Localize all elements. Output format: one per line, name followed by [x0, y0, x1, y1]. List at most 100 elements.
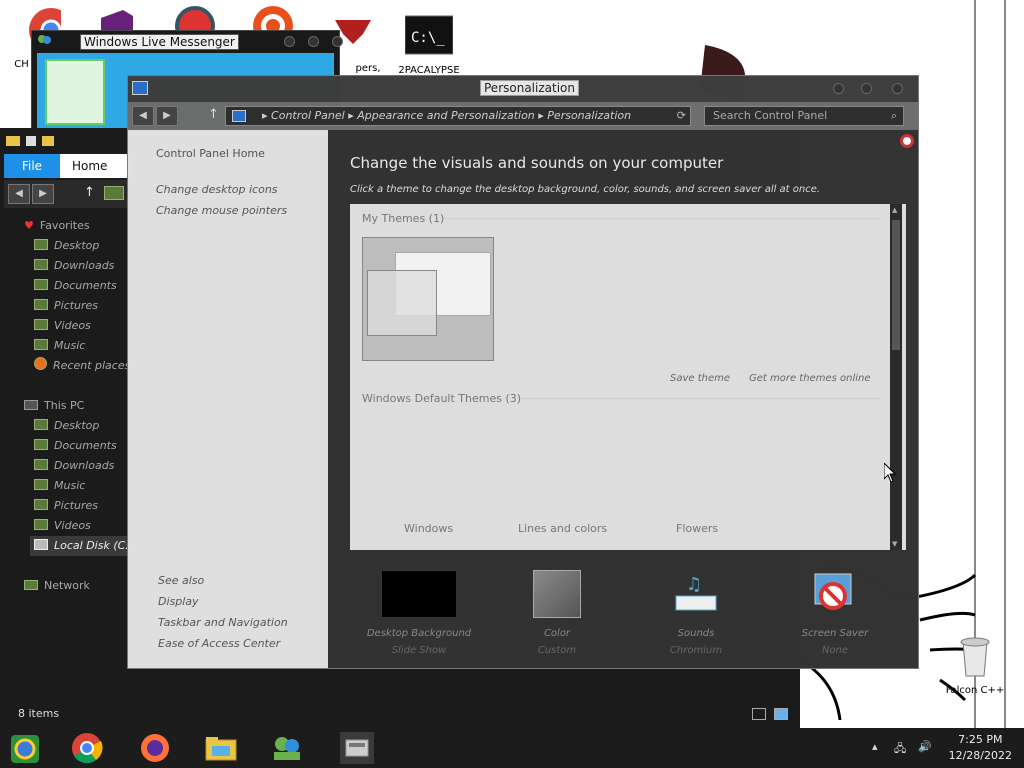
close-button[interactable]	[332, 36, 343, 47]
tree-item[interactable]: Documents	[34, 436, 117, 456]
downloads-folder-icon	[34, 459, 48, 470]
tree-item[interactable]: Desktop	[34, 416, 99, 436]
theme-lines-and-colors[interactable]: Lines and colors	[518, 522, 607, 535]
tree-item-selected[interactable]: Local Disk (C:)	[30, 536, 133, 556]
themes-list: My Themes (1) Save theme Get more themes…	[350, 204, 906, 550]
heart-icon: ♥	[24, 219, 34, 232]
recent-places-icon	[34, 357, 47, 370]
page-title: Change the visuals and sounds on your co…	[350, 154, 724, 172]
avatar[interactable]	[45, 59, 105, 125]
minimize-button[interactable]	[833, 83, 844, 94]
screen-saver-option[interactable]: Screen Saver None	[775, 570, 895, 656]
minimize-button[interactable]	[284, 36, 295, 47]
breadcrumb-separator: ▸	[538, 109, 548, 122]
messenger-icon[interactable]	[270, 732, 304, 764]
color-option[interactable]: Color Custom	[497, 570, 617, 656]
pictures-folder-icon	[34, 299, 48, 310]
address-bar[interactable]: ▸ Control Panel ▸ Appearance and Persona…	[225, 106, 691, 126]
theme-preview-window	[367, 270, 437, 336]
desktop-icon-2pacalypse[interactable]: C:\_ 2PACALYPSE	[392, 12, 466, 76]
maximize-button[interactable]	[861, 83, 872, 94]
tree-item[interactable]: Downloads	[34, 256, 114, 276]
tree-item[interactable]: Music	[34, 476, 85, 496]
clock-date: 12/28/2022	[948, 749, 1012, 762]
control-panel-icon	[232, 110, 246, 122]
help-icon[interactable]	[900, 134, 914, 148]
back-button[interactable]: ◀	[132, 106, 154, 126]
tree-item[interactable]: Music	[34, 336, 85, 356]
refresh-icon[interactable]: ⟳	[677, 107, 686, 125]
breadcrumb-separator: ▸	[262, 109, 272, 122]
close-button[interactable]	[892, 83, 903, 94]
local-disk-icon	[34, 539, 48, 550]
change-desktop-icons-link[interactable]: Change desktop icons	[156, 183, 278, 196]
tab-home[interactable]: Home	[60, 154, 130, 178]
title-bar[interactable]: Personalization	[128, 76, 918, 102]
tree-item[interactable]: Videos	[34, 316, 91, 336]
personalization-window[interactable]: Personalization ◀ ▶ ↑ ▸ Control Panel ▸ …	[127, 75, 919, 669]
up-arrow-icon[interactable]: ↑	[84, 185, 95, 200]
messenger-icon	[38, 35, 51, 44]
tab-file[interactable]: File	[4, 154, 60, 178]
network-header[interactable]: Network	[24, 576, 90, 596]
get-more-themes-link[interactable]: Get more themes online	[749, 373, 871, 384]
divider	[446, 218, 880, 219]
tree-item[interactable]: Documents	[34, 276, 117, 296]
details-view-icon[interactable]	[752, 708, 766, 720]
ease-of-access-link[interactable]: Ease of Access Center	[158, 637, 280, 650]
breadcrumb-item[interactable]: Personalization	[547, 109, 631, 122]
file-explorer-icon[interactable]	[204, 732, 238, 764]
forward-button[interactable]: ▶	[156, 106, 178, 126]
tree-item[interactable]: Downloads	[34, 456, 114, 476]
back-button[interactable]: ◀	[8, 184, 30, 204]
status-item-count: 8 items	[18, 707, 60, 720]
control-panel-home-link[interactable]: Control Panel Home	[156, 147, 265, 160]
save-theme-link[interactable]: Save theme	[670, 373, 730, 384]
favorites-header[interactable]: ♥ Favorites	[24, 216, 90, 236]
network-icon	[24, 580, 38, 590]
start-button-icon[interactable]	[8, 732, 42, 764]
breadcrumb-item[interactable]: Appearance and Personalization	[357, 109, 535, 122]
theme-item-unsaved[interactable]	[362, 237, 494, 361]
display-link[interactable]: Display	[158, 595, 199, 608]
firefox-icon[interactable]	[138, 732, 172, 764]
this-pc-header[interactable]: This PC	[24, 396, 84, 416]
sounds-option[interactable]: ♫ Sounds Chromium	[636, 570, 756, 656]
themes-scrollbar[interactable]: ▲ ▼	[890, 204, 902, 550]
maximize-button[interactable]	[308, 36, 319, 47]
scroll-down-icon[interactable]: ▼	[892, 540, 897, 548]
taskbar-navigation-link[interactable]: Taskbar and Navigation	[158, 616, 288, 629]
clock[interactable]: 7:25 PM 12/28/2022	[949, 732, 1012, 764]
tree-item[interactable]: Desktop	[34, 236, 99, 256]
desktop-icon-label: Falcon C++	[945, 685, 1005, 696]
theme-flowers[interactable]: Flowers	[676, 522, 718, 535]
tree-item[interactable]: Pictures	[34, 296, 98, 316]
up-arrow-icon[interactable]: ↑	[208, 107, 219, 122]
large-icons-view-icon[interactable]	[774, 708, 788, 720]
breadcrumb-item[interactable]: Control Panel	[271, 109, 345, 122]
volume-icon[interactable]: 🔊	[918, 740, 932, 753]
search-icon[interactable]: ⌕	[891, 107, 897, 125]
tree-item[interactable]: Recent places	[34, 356, 130, 376]
forward-button[interactable]: ▶	[32, 184, 54, 204]
explorer-navbar: ◀ ▶ ↑	[4, 180, 130, 208]
network-icon[interactable]: 🖧	[894, 740, 906, 759]
scroll-up-icon[interactable]: ▲	[892, 206, 897, 214]
control-panel-taskbar-icon[interactable]	[340, 732, 374, 764]
chrome-icon[interactable]	[70, 732, 104, 764]
breadcrumb-separator: ▸	[348, 109, 358, 122]
desktop-icon-recycle-bin[interactable]: Falcon C++	[938, 632, 1012, 696]
videos-folder-icon	[34, 319, 48, 330]
theme-windows[interactable]: Windows	[404, 522, 453, 535]
tree-item[interactable]: Videos	[34, 516, 91, 536]
scroll-thumb[interactable]	[892, 220, 900, 350]
change-mouse-pointers-link[interactable]: Change mouse pointers	[156, 204, 287, 217]
documents-folder-icon	[34, 279, 48, 290]
desktop-background-option[interactable]: Desktop Background Slide Show	[359, 570, 479, 656]
show-hidden-icons-icon[interactable]: ▴	[872, 740, 878, 753]
search-placeholder: Search Control Panel	[713, 109, 828, 122]
search-input[interactable]: Search Control Panel ⌕	[704, 106, 904, 126]
my-themes-header: My Themes (1)	[362, 212, 445, 225]
control-panel-icon	[132, 81, 148, 95]
tree-item[interactable]: Pictures	[34, 496, 98, 516]
